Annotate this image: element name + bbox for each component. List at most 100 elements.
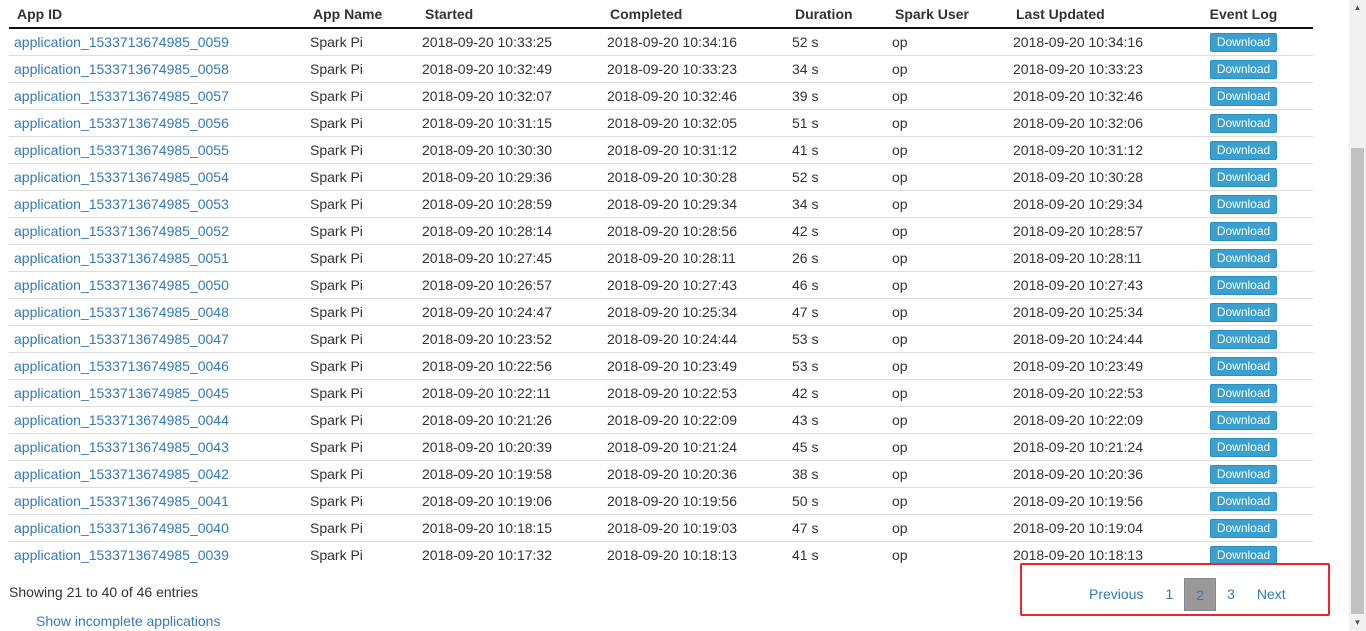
applications-table: App ID App Name Started Completed Durati… bbox=[9, 0, 1313, 568]
download-button[interactable]: Download bbox=[1209, 276, 1278, 295]
app-id-cell: application_1533713674985_0047 bbox=[9, 325, 305, 353]
download-button[interactable]: Download bbox=[1209, 384, 1278, 403]
show-incomplete-link[interactable]: Show incomplete applications bbox=[36, 613, 220, 629]
app-name-cell: Spark Pi bbox=[305, 55, 417, 83]
event-log-cell: Download bbox=[1174, 487, 1313, 515]
started-cell: 2018-09-20 10:22:56 bbox=[417, 352, 602, 380]
app-id-link[interactable]: application_1533713674985_0056 bbox=[14, 115, 229, 131]
app-id-cell: application_1533713674985_0039 bbox=[9, 541, 305, 568]
app-id-link[interactable]: application_1533713674985_0043 bbox=[14, 439, 229, 455]
download-button[interactable]: Download bbox=[1209, 438, 1278, 457]
download-button[interactable]: Download bbox=[1209, 222, 1278, 241]
event-log-cell: Download bbox=[1174, 352, 1313, 380]
app-name-cell: Spark Pi bbox=[305, 163, 417, 191]
spark-user-cell: op bbox=[887, 487, 1008, 515]
header-duration[interactable]: Duration bbox=[787, 0, 887, 29]
header-spark-user[interactable]: Spark User bbox=[887, 0, 1008, 29]
header-event-log[interactable]: Event Log bbox=[1174, 0, 1313, 29]
app-id-link[interactable]: application_1533713674985_0054 bbox=[14, 169, 229, 185]
download-button[interactable]: Download bbox=[1209, 141, 1278, 160]
table-row: application_1533713674985_0053 Spark Pi 20… bbox=[9, 190, 1313, 218]
download-button[interactable]: Download bbox=[1209, 411, 1278, 430]
download-button[interactable]: Download bbox=[1209, 249, 1278, 268]
spark-user-cell: op bbox=[887, 82, 1008, 110]
app-id-link[interactable]: application_1533713674985_0052 bbox=[14, 223, 229, 239]
app-id-cell: application_1533713674985_0045 bbox=[9, 379, 305, 407]
table-row: application_1533713674985_0057 Spark Pi 20… bbox=[9, 82, 1313, 110]
event-log-cell: Download bbox=[1174, 433, 1313, 461]
download-button[interactable]: Download bbox=[1209, 519, 1278, 538]
app-id-link[interactable]: application_1533713674985_0046 bbox=[14, 358, 229, 374]
vertical-scrollbar[interactable]: ▲ ▼ bbox=[1349, 0, 1366, 631]
spark-user-cell: op bbox=[887, 271, 1008, 299]
app-id-link[interactable]: application_1533713674985_0041 bbox=[14, 493, 229, 509]
table-header-row: App ID App Name Started Completed Durati… bbox=[9, 0, 1313, 29]
last-updated-cell: 2018-09-20 10:28:57 bbox=[1008, 217, 1174, 245]
duration-cell: 43 s bbox=[787, 406, 887, 434]
last-updated-cell: 2018-09-20 10:19:04 bbox=[1008, 514, 1174, 542]
app-id-link[interactable]: application_1533713674985_0045 bbox=[14, 385, 229, 401]
completed-cell: 2018-09-20 10:32:46 bbox=[602, 82, 787, 110]
download-button[interactable]: Download bbox=[1209, 492, 1278, 511]
download-button[interactable]: Download bbox=[1209, 303, 1278, 322]
header-app-name[interactable]: App Name bbox=[305, 0, 417, 29]
duration-cell: 47 s bbox=[787, 514, 887, 542]
app-id-link[interactable]: application_1533713674985_0050 bbox=[14, 277, 229, 293]
event-log-cell: Download bbox=[1174, 136, 1313, 164]
spark-user-cell: op bbox=[887, 28, 1008, 56]
table-row: application_1533713674985_0054 Spark Pi 20… bbox=[9, 163, 1313, 191]
app-id-link[interactable]: application_1533713674985_0058 bbox=[14, 61, 229, 77]
completed-cell: 2018-09-20 10:19:03 bbox=[602, 514, 787, 542]
next-page-button[interactable]: Next bbox=[1246, 578, 1297, 611]
app-id-link[interactable]: application_1533713674985_0039 bbox=[14, 547, 229, 563]
app-id-link[interactable]: application_1533713674985_0051 bbox=[14, 250, 229, 266]
app-id-link[interactable]: application_1533713674985_0048 bbox=[14, 304, 229, 320]
completed-cell: 2018-09-20 10:28:11 bbox=[602, 244, 787, 272]
scroll-up-arrow-icon[interactable]: ▲ bbox=[1349, 0, 1366, 16]
app-id-link[interactable]: application_1533713674985_0053 bbox=[14, 196, 229, 212]
download-button[interactable]: Download bbox=[1209, 87, 1278, 106]
page-3-button[interactable]: 3 bbox=[1216, 578, 1246, 611]
event-log-cell: Download bbox=[1174, 325, 1313, 353]
previous-page-button[interactable]: Previous bbox=[1078, 578, 1154, 611]
completed-cell: 2018-09-20 10:22:09 bbox=[602, 406, 787, 434]
download-button[interactable]: Download bbox=[1209, 330, 1278, 349]
app-id-cell: application_1533713674985_0057 bbox=[9, 82, 305, 110]
last-updated-cell: 2018-09-20 10:24:44 bbox=[1008, 325, 1174, 353]
spark-user-cell: op bbox=[887, 460, 1008, 488]
download-button[interactable]: Download bbox=[1209, 33, 1278, 53]
app-id-link[interactable]: application_1533713674985_0055 bbox=[14, 142, 229, 158]
scrollbar-thumb[interactable] bbox=[1351, 148, 1364, 614]
completed-cell: 2018-09-20 10:28:56 bbox=[602, 217, 787, 245]
app-id-link[interactable]: application_1533713674985_0057 bbox=[14, 88, 229, 104]
scroll-down-arrow-icon[interactable]: ▼ bbox=[1349, 615, 1366, 631]
app-name-cell: Spark Pi bbox=[305, 109, 417, 137]
download-button[interactable]: Download bbox=[1209, 195, 1278, 214]
last-updated-cell: 2018-09-20 10:31:12 bbox=[1008, 136, 1174, 164]
app-id-link[interactable]: application_1533713674985_0042 bbox=[14, 466, 229, 482]
app-name-cell: Spark Pi bbox=[305, 325, 417, 353]
completed-cell: 2018-09-20 10:34:16 bbox=[602, 28, 787, 56]
page-1-button[interactable]: 1 bbox=[1154, 578, 1184, 611]
download-button[interactable]: Download bbox=[1209, 168, 1278, 187]
started-cell: 2018-09-20 10:22:11 bbox=[417, 379, 602, 407]
app-id-link[interactable]: application_1533713674985_0040 bbox=[14, 520, 229, 536]
spark-user-cell: op bbox=[887, 433, 1008, 461]
started-cell: 2018-09-20 10:19:58 bbox=[417, 460, 602, 488]
download-button[interactable]: Download bbox=[1209, 114, 1278, 133]
page-2-button[interactable]: 2 bbox=[1184, 578, 1217, 611]
header-last-updated[interactable]: Last Updated bbox=[1008, 0, 1174, 29]
download-button[interactable]: Download bbox=[1209, 60, 1278, 79]
app-id-cell: application_1533713674985_0051 bbox=[9, 244, 305, 272]
event-log-cell: Download bbox=[1174, 298, 1313, 326]
header-completed[interactable]: Completed bbox=[602, 0, 787, 29]
header-app-id[interactable]: App ID bbox=[9, 0, 305, 29]
app-id-link[interactable]: application_1533713674985_0059 bbox=[14, 34, 229, 50]
app-id-link[interactable]: application_1533713674985_0047 bbox=[14, 331, 229, 347]
spark-user-cell: op bbox=[887, 136, 1008, 164]
download-button[interactable]: Download bbox=[1209, 357, 1278, 376]
app-id-link[interactable]: application_1533713674985_0044 bbox=[14, 412, 229, 428]
header-started[interactable]: Started bbox=[417, 0, 602, 29]
last-updated-cell: 2018-09-20 10:20:36 bbox=[1008, 460, 1174, 488]
download-button[interactable]: Download bbox=[1209, 465, 1278, 484]
